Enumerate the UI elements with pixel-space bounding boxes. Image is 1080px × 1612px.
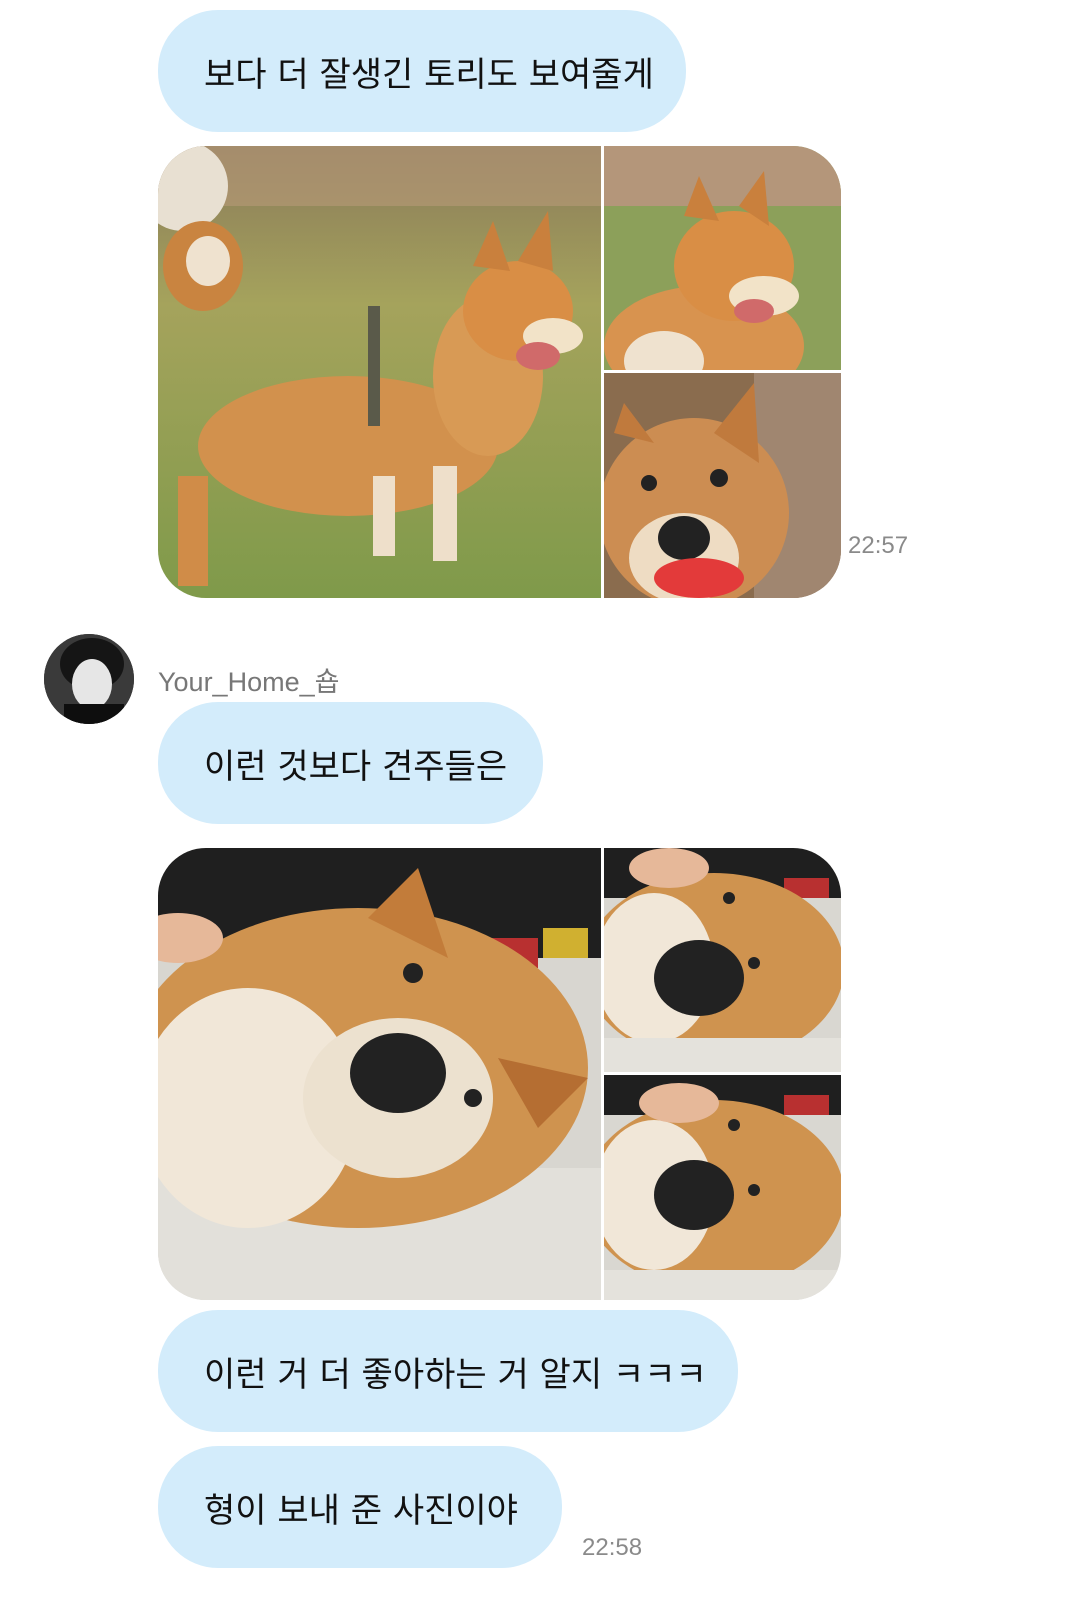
shiba-lying-large-photo[interactable] [158,848,601,1300]
shiba-petted-photo-bottom[interactable] [604,1075,841,1300]
message-bubble[interactable]: 이런 거 더 좋아하는 거 알지 ㅋㅋㅋ [158,1310,738,1432]
message-bubble[interactable]: 이런 것보다 견주들은 [158,702,543,824]
message-text: 이런 것보다 견주들은 [204,746,508,787]
shiba-red-ball-photo[interactable] [604,373,841,598]
message-timestamp: 22:57 [848,532,909,559]
shiba-standing-grass-photo[interactable] [158,146,601,598]
message-text: 이런 거 더 좋아하는 거 알지 ㅋㅋㅋ [204,1354,707,1395]
message-text: 보다 더 잘생긴 토리도 보여줄게 [204,54,654,95]
shiba-smiling-closeup-photo[interactable] [604,146,841,370]
message-text: 형이 보내 준 사진이야 [204,1490,518,1531]
message-bubble[interactable]: 형이 보내 준 사진이야 [158,1446,562,1568]
photo-gallery[interactable] [158,146,841,598]
message-bubble[interactable]: 보다 더 잘생긴 토리도 보여줄게 [158,10,686,132]
photo-gallery[interactable] [158,848,841,1300]
sender-name: Your_Home_숍 [158,667,340,697]
avatar[interactable] [44,634,134,724]
shiba-petted-photo-top[interactable] [604,848,841,1072]
message-timestamp: 22:58 [582,1534,643,1561]
